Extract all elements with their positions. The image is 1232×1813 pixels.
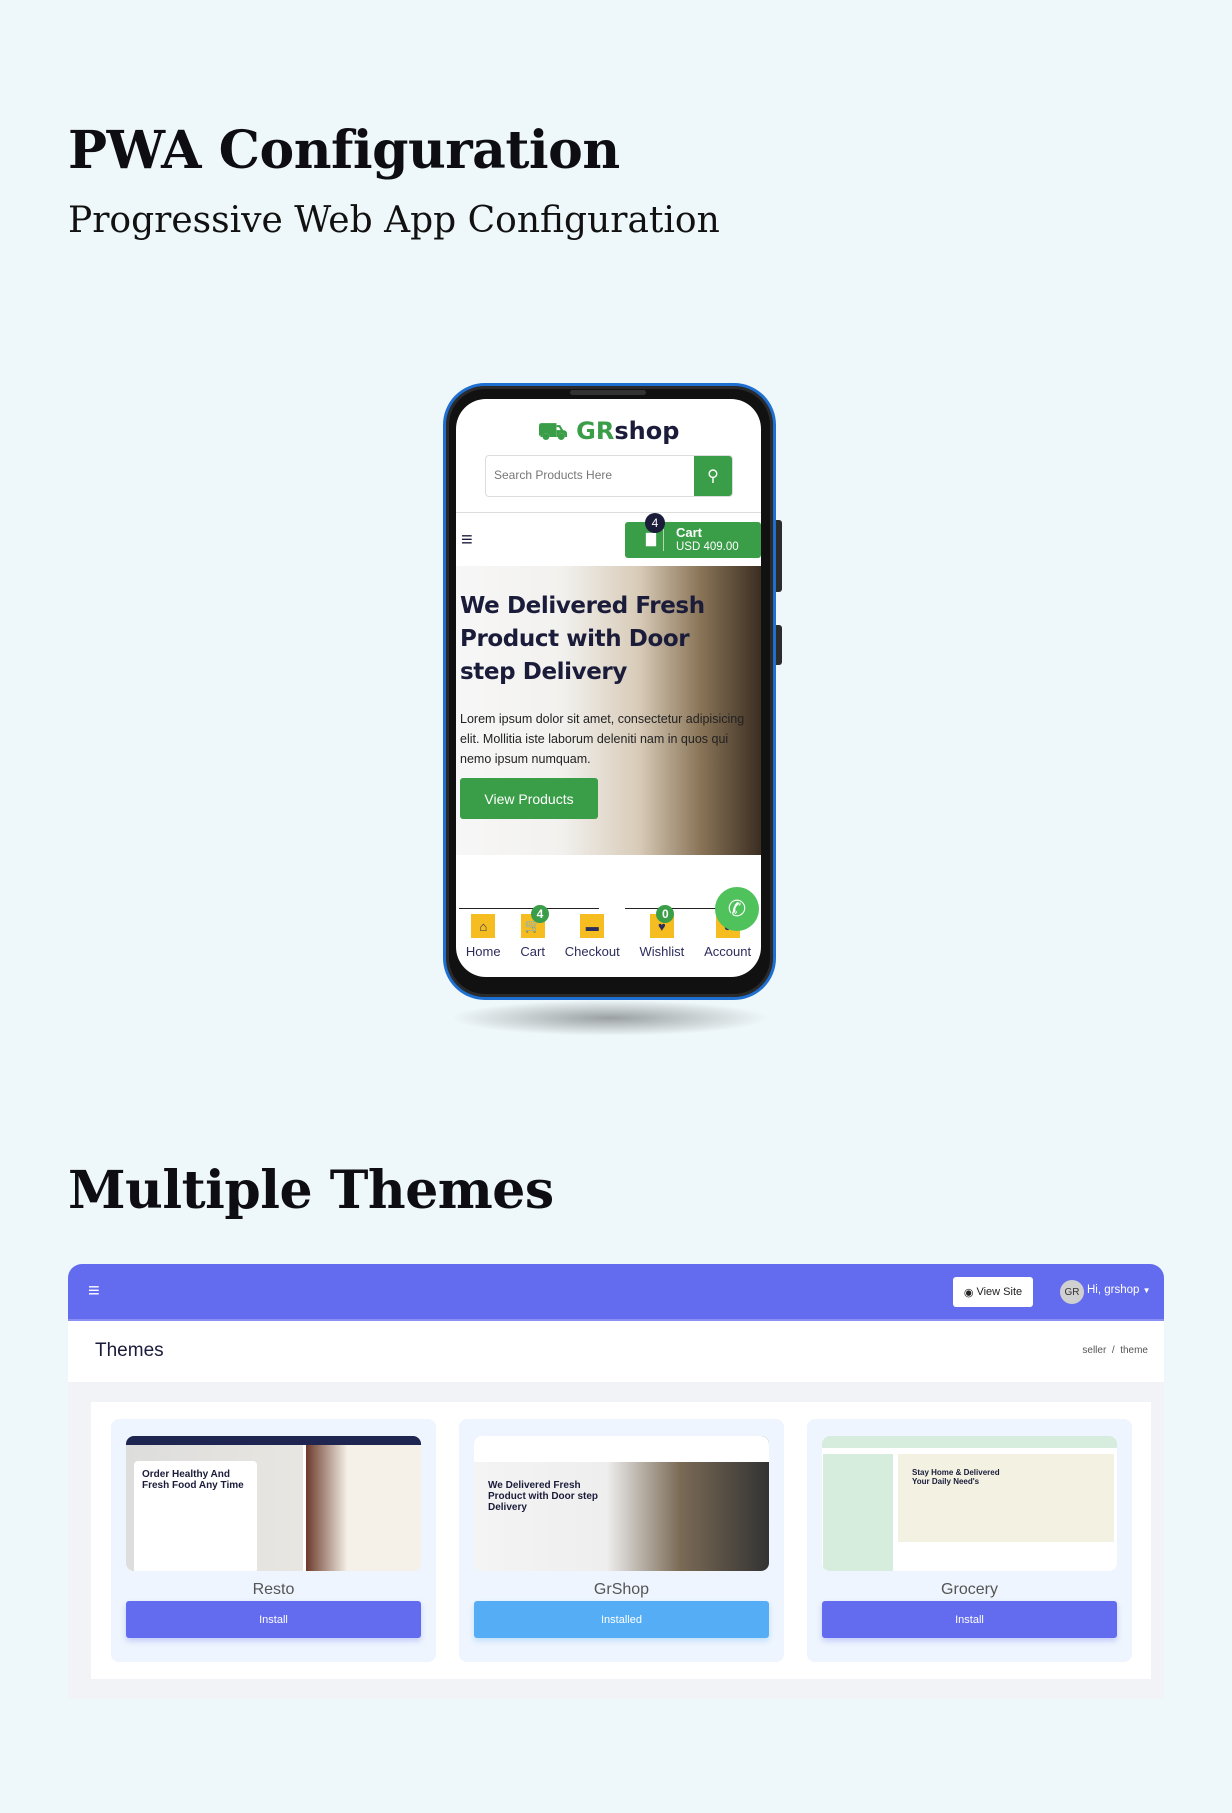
- phone-side-button: [776, 625, 782, 665]
- nav-label: Wishlist: [639, 944, 685, 959]
- hamburger-menu-icon[interactable]: ≡: [88, 1280, 100, 1303]
- phone-speaker: [570, 390, 646, 395]
- cart-count-badge: 4: [645, 513, 665, 533]
- nav-cart[interactable]: 🛒 Cart 4: [520, 905, 549, 959]
- divider: [663, 529, 664, 551]
- theme-card-resto: Order Healthy And Fresh Food Any Time Re…: [111, 1419, 436, 1662]
- search-input[interactable]: Search Products Here: [486, 456, 694, 496]
- preview-navbar: [126, 1436, 421, 1445]
- admin-header: ≡ ◉ View Site GR Hi, grshop ▼: [68, 1264, 1164, 1321]
- preview-navbar: [822, 1436, 1117, 1448]
- divider: [456, 512, 761, 513]
- logo-part2: shop: [614, 417, 680, 445]
- theme-preview: Stay Home & Delivered Your Daily Need's: [822, 1436, 1117, 1571]
- grshop-logo[interactable]: ⛟ GRshop: [456, 417, 761, 448]
- logo-part1: GR: [576, 417, 615, 445]
- divider: [459, 908, 599, 909]
- installed-button[interactable]: Installed: [474, 1601, 769, 1638]
- section-title: Multiple Themes: [68, 1160, 554, 1221]
- phone-shadow: [450, 1000, 770, 1036]
- preview-sidebar: [823, 1454, 893, 1571]
- nav-home[interactable]: ⌂ Home: [466, 914, 501, 959]
- theme-card-grshop: We Delivered Fresh Product with Door ste…: [459, 1419, 784, 1662]
- hero-heading: We Delivered Fresh Product with Door ste…: [460, 593, 705, 685]
- credit-card-icon: ▬: [580, 914, 605, 938]
- preview-heading: Stay Home & Delivered Your Daily Need's: [912, 1468, 1000, 1486]
- preview-banner: Stay Home & Delivered Your Daily Need's: [898, 1454, 1114, 1542]
- themes-grid: Order Healthy And Fresh Food Any Time Re…: [91, 1402, 1151, 1679]
- user-name: Hi, grshop: [1087, 1284, 1140, 1296]
- theme-card-grocery: Stay Home & Delivered Your Daily Need's …: [807, 1419, 1132, 1662]
- cart-total: USD 409.00: [676, 541, 739, 553]
- nav-wishlist[interactable]: ♥ Wishlist 0: [639, 905, 685, 959]
- breadcrumb: seller / theme: [1082, 1345, 1148, 1356]
- preview-heading: We Delivered Fresh Product with Door ste…: [488, 1480, 598, 1513]
- search-bar[interactable]: Search Products Here ⚲: [485, 455, 733, 497]
- eye-icon: ◉: [963, 1286, 974, 1299]
- nav-label: Home: [465, 944, 501, 959]
- nav-label: Checkout: [564, 944, 620, 959]
- view-products-button[interactable]: View Products: [460, 778, 598, 819]
- shopping-bag-icon: ▇: [646, 531, 656, 546]
- theme-name: GrShop: [593, 1581, 650, 1598]
- cart-badge: 4: [530, 905, 549, 923]
- caret-down-icon: ▼: [1142, 1286, 1151, 1295]
- whatsapp-icon[interactable]: ✆: [715, 887, 759, 931]
- cart-button[interactable]: ▇ Cart USD 409.00 4: [625, 513, 761, 558]
- install-button[interactable]: Install: [822, 1601, 1117, 1638]
- home-icon: ⌂: [471, 914, 496, 938]
- hamburger-menu-icon[interactable]: ≡: [461, 530, 473, 550]
- bottom-nav: ⌂Home 🛒Cart4 ▬Checkout ♥Wishlist0 ●Accou…: [456, 905, 761, 959]
- cart-label: Cart: [676, 525, 703, 540]
- page-title-bar: Themes seller / theme: [68, 1321, 1164, 1382]
- hero-text: Lorem ipsum dolor sit amet, consectetur …: [460, 712, 745, 766]
- install-button[interactable]: Install: [126, 1601, 421, 1638]
- theme-name: Grocery: [941, 1581, 998, 1598]
- truck-icon: ⛟: [537, 417, 577, 445]
- theme-preview: Order Healthy And Fresh Food Any Time: [126, 1436, 421, 1571]
- user-menu[interactable]: Hi, grshop ▼: [1087, 1284, 1151, 1296]
- view-site-button[interactable]: ◉ View Site: [953, 1277, 1033, 1307]
- phone-screen: ⛟ GRshop Search Products Here ⚲ ≡ ▇ Cart…: [456, 399, 761, 977]
- themes-heading: Themes: [95, 1340, 164, 1361]
- preview-heading: Order Healthy And Fresh Food Any Time: [134, 1461, 257, 1571]
- phone-side-button: [776, 520, 782, 592]
- preview-navbar: [474, 1436, 769, 1462]
- theme-preview: We Delivered Fresh Product with Door ste…: [474, 1436, 769, 1571]
- breadcrumb-theme: theme: [1120, 1345, 1148, 1356]
- nav-label: Cart: [520, 944, 545, 959]
- nav-label: Account: [704, 944, 752, 959]
- nav-checkout[interactable]: ▬ Checkout: [565, 914, 620, 959]
- view-site-label: View Site: [976, 1286, 1023, 1298]
- avatar[interactable]: GR: [1060, 1280, 1084, 1304]
- hero-banner: We Delivered Fresh Product with Door ste…: [456, 566, 761, 855]
- admin-panel: ≡ ◉ View Site GR Hi, grshop ▼ Themes sell…: [68, 1264, 1164, 1699]
- search-icon[interactable]: ⚲: [694, 456, 732, 496]
- breadcrumb-seller[interactable]: seller: [1082, 1345, 1106, 1356]
- page-title: PWA Configuration: [68, 120, 620, 181]
- page-subtitle: Progressive Web App Configuration: [68, 200, 720, 241]
- theme-name: Resto: [252, 1581, 295, 1598]
